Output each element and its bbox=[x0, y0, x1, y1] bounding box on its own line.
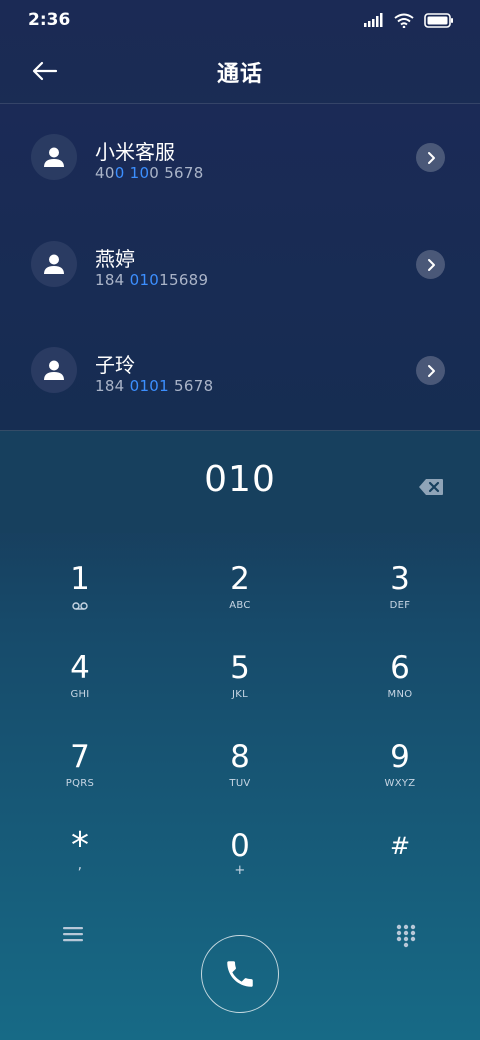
contact-name: 小米客服 bbox=[95, 140, 175, 164]
status-time: 2:36 bbox=[28, 10, 71, 30]
avatar bbox=[31, 241, 77, 287]
wifi-icon bbox=[394, 13, 414, 28]
contact-item[interactable]: 燕婷 184 01015689 bbox=[0, 211, 480, 317]
key-letters: GHI bbox=[70, 689, 90, 700]
voicemail-icon bbox=[72, 602, 88, 610]
battery-icon bbox=[424, 12, 453, 28]
avatar bbox=[31, 134, 77, 180]
key-digit: 9 bbox=[390, 739, 410, 775]
key-letters: + bbox=[234, 863, 246, 878]
key-digit: 5 bbox=[230, 650, 250, 686]
phone-icon bbox=[227, 961, 253, 987]
key-digit: 1 bbox=[70, 561, 90, 597]
menu-button[interactable] bbox=[62, 924, 84, 944]
key-digit: 2 bbox=[230, 561, 250, 597]
dialed-number: 010 bbox=[204, 459, 276, 500]
keypad-icon bbox=[396, 924, 416, 948]
key-letters: JKL bbox=[232, 689, 248, 700]
key-letters: DEF bbox=[389, 600, 411, 611]
key-4[interactable]: 4 GHI bbox=[20, 639, 140, 715]
key-digit: 3 bbox=[390, 561, 410, 597]
chevron-right-icon bbox=[427, 364, 435, 377]
back-button[interactable] bbox=[28, 56, 62, 86]
key-letters: TUV bbox=[229, 778, 251, 789]
status-bar: 2:36 bbox=[0, 0, 480, 40]
keypad-toggle-button[interactable] bbox=[396, 924, 416, 948]
contact-item[interactable]: 子玲 184 0101 5678 bbox=[0, 317, 480, 423]
person-icon bbox=[44, 147, 64, 167]
key-digit: 6 bbox=[390, 650, 410, 686]
key-star[interactable]: * , bbox=[20, 817, 140, 893]
back-arrow-icon bbox=[32, 61, 58, 81]
key-3[interactable]: 3 DEF bbox=[340, 550, 460, 626]
backspace-button[interactable] bbox=[418, 478, 444, 498]
key-8[interactable]: 8 TUV bbox=[180, 728, 300, 804]
contact-detail-button[interactable] bbox=[416, 143, 445, 172]
contact-detail-button[interactable] bbox=[416, 356, 445, 385]
key-6[interactable]: 6 MNO bbox=[340, 639, 460, 715]
person-icon bbox=[44, 360, 64, 380]
backspace-icon bbox=[419, 479, 443, 495]
key-9[interactable]: 9 WXYZ bbox=[340, 728, 460, 804]
contact-item[interactable]: 小米客服 400 100 5678 bbox=[0, 104, 480, 210]
key-letters: WXYZ bbox=[384, 778, 416, 789]
key-0[interactable]: 0 + bbox=[180, 817, 300, 893]
key-7[interactable]: 7 PQRS bbox=[20, 728, 140, 804]
key-5[interactable]: 5 JKL bbox=[180, 639, 300, 715]
page-title: 通话 bbox=[216, 61, 263, 87]
contact-number: 184 0101 5678 bbox=[95, 377, 214, 395]
contact-number: 184 01015689 bbox=[95, 271, 209, 289]
avatar bbox=[31, 347, 77, 393]
key-digit: 8 bbox=[230, 739, 250, 775]
key-letters: MNO bbox=[387, 689, 413, 700]
key-1[interactable]: 1 bbox=[20, 550, 140, 626]
call-button[interactable] bbox=[201, 935, 279, 1013]
contact-detail-button[interactable] bbox=[416, 250, 445, 279]
dial-display: 010 bbox=[0, 431, 480, 533]
key-hash[interactable]: # bbox=[340, 817, 460, 893]
contact-number: 400 100 5678 bbox=[95, 164, 204, 182]
person-icon bbox=[44, 254, 64, 274]
contact-list: 小米客服 400 100 5678 燕婷 184 01015689 子玲 184… bbox=[0, 104, 480, 430]
key-digit: 0 bbox=[230, 828, 250, 864]
key-2[interactable]: 2 ABC bbox=[180, 550, 300, 626]
contact-name: 燕婷 bbox=[95, 247, 135, 271]
key-letters: ABC bbox=[229, 600, 251, 611]
key-digit: # bbox=[389, 832, 411, 860]
key-digit: 7 bbox=[70, 739, 90, 775]
contact-name: 子玲 bbox=[95, 353, 135, 377]
key-letters: PQRS bbox=[65, 778, 95, 789]
chevron-right-icon bbox=[427, 258, 435, 271]
header: 通话 bbox=[0, 40, 480, 104]
signal-icon bbox=[364, 13, 383, 27]
key-digit: 4 bbox=[70, 650, 90, 686]
chevron-right-icon bbox=[427, 151, 435, 164]
key-letters: , bbox=[77, 857, 83, 873]
menu-icon bbox=[63, 927, 83, 942]
status-icons bbox=[364, 12, 454, 28]
